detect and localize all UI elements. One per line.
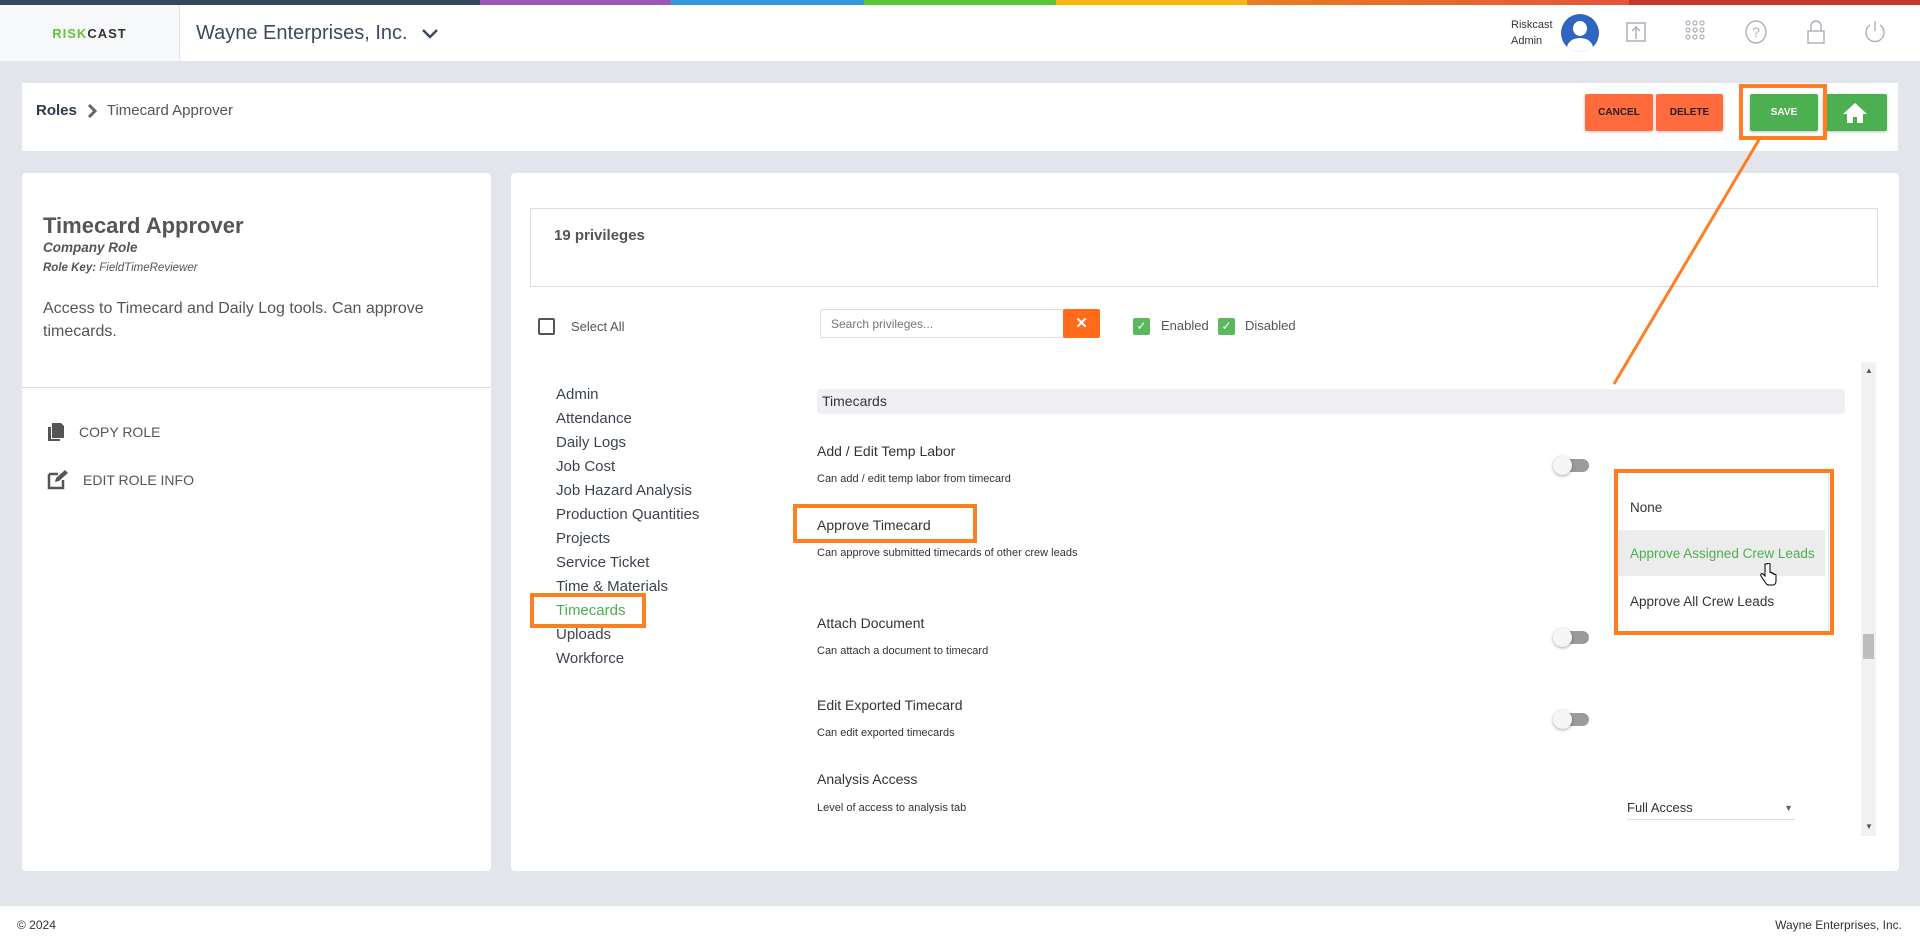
apps-grid-icon[interactable] <box>1681 19 1709 47</box>
approve-timecard-dropdown: None Approve Assigned Crew Leads Approve… <box>1614 469 1834 635</box>
company-name: Wayne Enterprises, Inc. <box>196 22 408 44</box>
privilege-desc: Can edit exported timecards <box>817 727 955 739</box>
role-key-label: Role Key: <box>43 262 97 274</box>
user-name-line2: Admin <box>1511 35 1543 47</box>
role-type: Company Role <box>43 240 138 255</box>
privilege-title: Analysis Access <box>817 771 918 787</box>
privilege-desc: Can attach a document to timecard <box>817 645 989 657</box>
select-all-checkbox[interactable] <box>538 318 555 335</box>
category-production-quantities[interactable]: Production Quantities <box>556 506 699 523</box>
edit-exported-timecard-toggle[interactable] <box>1553 710 1589 729</box>
category-attendance[interactable]: Attendance <box>556 410 632 427</box>
power-icon[interactable] <box>1861 19 1889 47</box>
add-edit-temp-labor-toggle[interactable] <box>1553 456 1589 475</box>
category-job-cost[interactable]: Job Cost <box>556 458 615 475</box>
scrollbar-thumb[interactable] <box>1863 634 1874 659</box>
timecards-highlight-box <box>530 593 646 628</box>
role-title: Timecard Approver <box>43 213 244 238</box>
cancel-button[interactable]: CANCEL <box>1585 94 1653 131</box>
divider <box>22 387 491 388</box>
category-daily-logs[interactable]: Daily Logs <box>556 434 626 451</box>
user-avatar-icon[interactable] <box>1561 14 1599 52</box>
edit-role-info-button[interactable]: EDIT ROLE INFO <box>47 470 194 490</box>
category-job-hazard-analysis[interactable]: Job Hazard Analysis <box>556 482 692 499</box>
check-icon: ✓ <box>1136 319 1147 333</box>
breadcrumb-roles-link[interactable]: Roles <box>36 102 77 119</box>
category-admin[interactable]: Admin <box>556 386 599 403</box>
edit-icon <box>47 470 68 490</box>
scroll-down-icon[interactable]: ▼ <box>1865 822 1873 831</box>
top-header: RISK CAST Wayne Enterprises, Inc. Riskcas… <box>0 5 1920 61</box>
enabled-filter-checkbox[interactable]: ✓ <box>1133 318 1150 335</box>
dropdown-option-approve-assigned[interactable]: Approve Assigned Crew Leads <box>1618 530 1825 576</box>
annotation-line <box>1612 137 1762 385</box>
approve-timecard-highlight-box <box>793 504 977 543</box>
disabled-filter-checkbox[interactable]: ✓ <box>1218 318 1235 335</box>
copy-role-label: COPY ROLE <box>79 424 161 440</box>
riskcast-logo[interactable]: RISK CAST <box>0 5 180 61</box>
category-projects[interactable]: Projects <box>556 530 610 547</box>
company-selector[interactable]: Wayne Enterprises, Inc. <box>196 22 438 45</box>
check-icon: ✓ <box>1221 319 1232 333</box>
disabled-filter-label[interactable]: Disabled <box>1245 318 1296 333</box>
analysis-access-value: Full Access <box>1627 800 1693 815</box>
category-uploads[interactable]: Uploads <box>556 626 611 643</box>
role-key-value: FieldTimeReviewer <box>99 262 198 274</box>
privilege-desc: Level of access to analysis tab <box>817 802 967 814</box>
copy-icon <box>48 423 64 441</box>
svg-text:?: ? <box>1752 24 1760 40</box>
analysis-access-select[interactable]: Full Access ▼ <box>1627 796 1795 820</box>
dropdown-option-none[interactable]: None <box>1618 484 1825 530</box>
privilege-desc: Can approve submitted timecards of other… <box>817 547 1078 559</box>
hand-cursor-icon <box>1760 563 1777 586</box>
edit-role-info-label: EDIT ROLE INFO <box>83 472 194 488</box>
close-icon: ✕ <box>1075 315 1088 332</box>
chevron-down-icon <box>421 28 438 39</box>
footer-copyright: © 2024 <box>17 918 56 932</box>
home-icon <box>1843 102 1867 123</box>
help-icon[interactable]: ? <box>1742 19 1770 47</box>
enabled-filter-label[interactable]: Enabled <box>1161 318 1209 333</box>
scroll-up-icon[interactable]: ▲ <box>1865 366 1873 375</box>
lock-icon[interactable] <box>1802 19 1830 47</box>
clear-search-button[interactable]: ✕ <box>1063 309 1100 338</box>
privileges-scrollbar[interactable]: ▲ ▼ <box>1861 362 1876 836</box>
role-key: Role Key: FieldTimeReviewer <box>43 262 198 274</box>
privilege-desc: Can add / edit temp labor from timecard <box>817 473 1011 485</box>
privilege-title: Add / Edit Temp Labor <box>817 443 956 459</box>
role-description: Access to Timecard and Daily Log tools. … <box>43 300 424 340</box>
footer: © 2024 Wayne Enterprises, Inc. <box>0 906 1920 945</box>
chevron-right-icon <box>87 103 97 118</box>
breadcrumb: Roles Timecard Approver <box>36 102 233 119</box>
caret-down-icon: ▼ <box>1784 802 1793 813</box>
footer-company: Wayne Enterprises, Inc. <box>1775 918 1902 932</box>
delete-button[interactable]: DELETE <box>1656 94 1723 131</box>
privilege-title: Attach Document <box>817 615 925 631</box>
user-name-line1: Riskcast <box>1511 19 1553 31</box>
user-name: Riskcast Admin <box>1511 17 1553 49</box>
home-button[interactable] <box>1823 94 1887 131</box>
upload-icon[interactable] <box>1622 19 1650 47</box>
category-service-ticket[interactable]: Service Ticket <box>556 554 649 571</box>
privilege-title: Edit Exported Timecard <box>817 697 963 713</box>
search-privileges-input[interactable] <box>820 309 1064 338</box>
copy-role-button[interactable]: COPY ROLE <box>47 422 160 442</box>
privileges-count: 19 privileges <box>554 227 645 244</box>
section-header-timecards: Timecards <box>817 389 1845 414</box>
select-all-label[interactable]: Select All <box>571 319 624 334</box>
category-workforce[interactable]: Workforce <box>556 650 624 667</box>
dropdown-option-approve-all[interactable]: Approve All Crew Leads <box>1618 578 1825 624</box>
attach-document-toggle[interactable] <box>1553 628 1589 647</box>
role-info-card: Timecard Approver Company Role Role Key:… <box>22 173 491 871</box>
breadcrumb-current: Timecard Approver <box>106 102 234 119</box>
